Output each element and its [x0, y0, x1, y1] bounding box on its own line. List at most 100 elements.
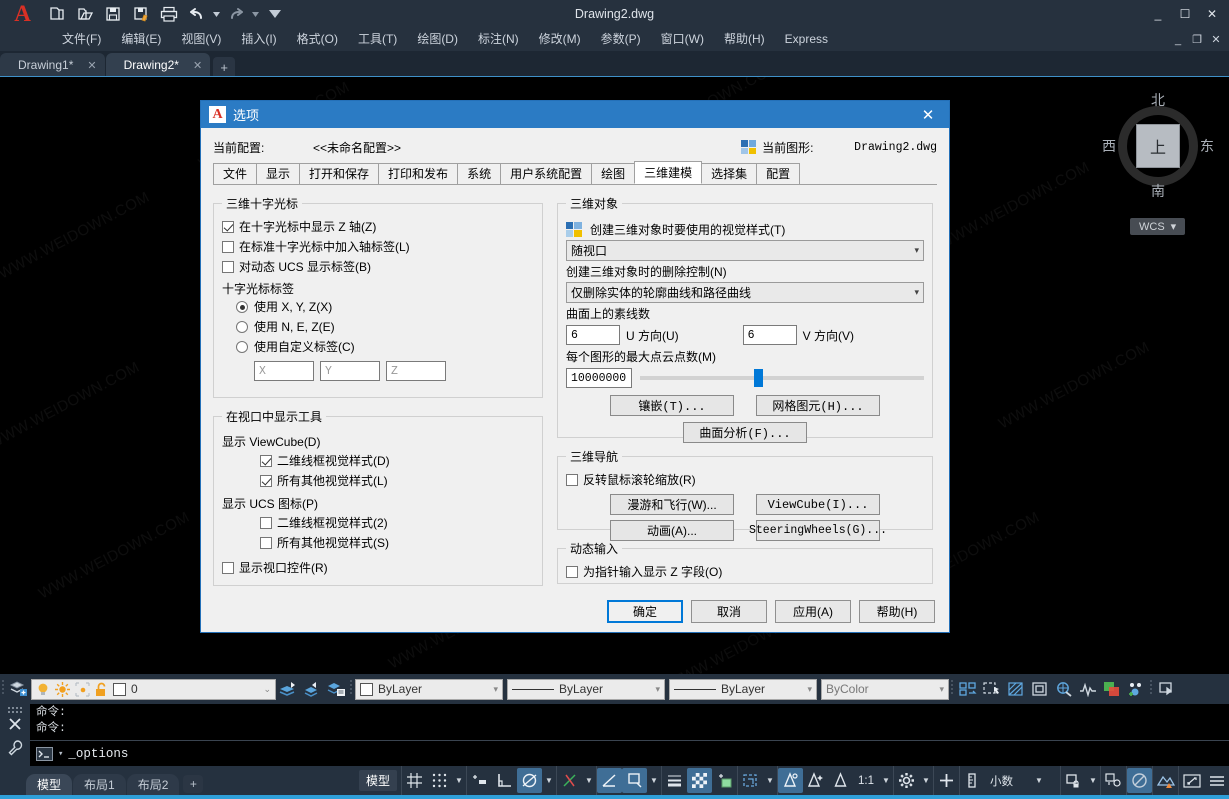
pointcloud-slider[interactable] [640, 368, 924, 388]
open-file-icon[interactable] [72, 2, 98, 26]
clean-screen-icon[interactable] [1127, 768, 1152, 793]
annotation-monitor-icon[interactable] [934, 768, 959, 793]
model-space-button[interactable]: 模型 [358, 770, 397, 791]
command-dropdown-arrow[interactable]: ▾ [58, 749, 63, 759]
toolbar-grip-handle[interactable] [0, 679, 7, 699]
selection-filter-icon[interactable] [738, 768, 763, 793]
animation-button[interactable]: 动画(A)... [610, 520, 734, 541]
grid-display-icon[interactable] [402, 768, 427, 793]
osnap-tracking-dropdown-arrow[interactable]: ▼ [647, 776, 661, 785]
isolate-dropdown-arrow[interactable]: ▼ [1086, 776, 1100, 785]
menu-edit[interactable]: 编辑(E) [111, 28, 171, 51]
viewcube[interactable]: 上 北 南 西 东 [1102, 90, 1214, 201]
apply-button[interactable]: 应用(A) [775, 599, 851, 623]
layer-selector-combo[interactable]: 0 ⌄ [31, 678, 276, 700]
tab-system[interactable]: 系统 [457, 163, 502, 184]
checkbox-box[interactable] [222, 241, 234, 253]
checkbox-box[interactable] [566, 474, 578, 486]
toolbar-grip-handle[interactable] [1148, 679, 1155, 699]
viewcube-east-label[interactable]: 东 [1200, 136, 1214, 156]
ok-button[interactable]: 确定 [607, 599, 683, 623]
close-icon[interactable] [8, 717, 22, 731]
doc-tab-close-icon[interactable]: ✕ [87, 59, 96, 72]
chevron-down-icon[interactable]: ▾ [493, 684, 498, 695]
menu-modify[interactable]: 修改(M) [529, 28, 591, 51]
menu-draw[interactable]: 绘图(D) [407, 28, 468, 51]
chevron-down-icon[interactable]: ▾ [807, 684, 812, 695]
steering-wheels-button[interactable]: SteeringWheels(G)... [749, 520, 887, 541]
linetype-combo[interactable]: ByLayer ▾ [507, 678, 665, 700]
find-icon[interactable] [1052, 677, 1076, 701]
tessellation-button[interactable]: 镶嵌(T)... [610, 395, 734, 416]
menu-insert[interactable]: 插入(I) [231, 28, 286, 51]
help-button[interactable]: 帮助(H) [859, 599, 935, 623]
selection-cycling-icon[interactable] [712, 768, 737, 793]
transparency-icon[interactable] [687, 768, 712, 793]
fullscreen-icon[interactable] [1179, 768, 1204, 793]
redo-dropdown-arrow[interactable] [251, 2, 260, 26]
walk-and-fly-button[interactable]: 漫游和飞行(W)... [610, 494, 734, 515]
radio-use-custom-labels[interactable]: 使用自定义标签(C) [222, 338, 534, 358]
tab-3d-modeling[interactable]: 三维建模 [634, 161, 703, 184]
layer-properties-icon[interactable] [7, 677, 31, 701]
checkbox-ucs-2d-wireframe[interactable]: 二维线框视觉样式(2) [222, 514, 534, 534]
custom-label-y-input[interactable]: Y [320, 361, 380, 381]
isolate-objects-icon[interactable] [1061, 768, 1086, 793]
measure-icon[interactable] [1076, 677, 1100, 701]
isolines-v-input[interactable]: 6 [742, 325, 797, 345]
radio-use-xyz[interactable]: 使用 X, Y, Z(X) [222, 298, 534, 318]
scale-dropdown-arrow[interactable]: ▼ [879, 776, 893, 785]
group-selection-icon[interactable] [1004, 677, 1028, 701]
tab-profiles[interactable]: 配置 [756, 163, 801, 184]
checkbox-axis-labels-standard[interactable]: 在标准十字光标中加入轴标签(L) [222, 238, 534, 258]
lightbulb-on-icon[interactable] [36, 682, 50, 697]
visual-style-combo[interactable]: 随视口 ▾ [566, 240, 924, 261]
autocad-logo-icon[interactable]: A [0, 0, 44, 28]
layer-states-icon[interactable] [324, 677, 348, 701]
menu-express[interactable]: Express [775, 28, 838, 51]
checkbox-ucs-all-other[interactable]: 所有其他视觉样式(S) [222, 534, 534, 554]
viewcube-top-face[interactable]: 上 [1136, 124, 1180, 168]
wcs-selector[interactable]: WCS ▾ [1130, 218, 1186, 235]
layout-tab-layout2[interactable]: 布局2 [126, 774, 180, 795]
custom-label-z-input[interactable]: Z [386, 361, 446, 381]
command-input-value[interactable]: _options [68, 747, 128, 761]
toolbar-grip-handle[interactable] [348, 679, 355, 699]
graphics-perf-icon[interactable] [1153, 768, 1178, 793]
checkbox-box[interactable] [222, 221, 234, 233]
minimize-button[interactable]: _ [1145, 2, 1171, 26]
close-button[interactable]: ✕ [1199, 2, 1225, 26]
maximize-button[interactable]: ☐ [1172, 2, 1198, 26]
menu-file[interactable]: 文件(F) [52, 28, 111, 51]
object-snap-tracking-icon[interactable] [622, 768, 647, 793]
radio-button[interactable] [236, 321, 248, 333]
osnap-dropdown-arrow[interactable]: ▼ [582, 776, 596, 785]
doc-close-button[interactable]: ✕ [1208, 33, 1224, 46]
checkbox-show-z-field-pointer-input[interactable]: 为指针输入显示 Z 字段(O) [566, 563, 924, 583]
snap-mode-icon[interactable] [427, 768, 452, 793]
doc-tab-close-icon[interactable]: ✕ [193, 59, 202, 72]
viewcube-north-label[interactable]: 北 [1151, 90, 1165, 110]
checkbox-dynamic-ucs-labels[interactable]: 对动态 UCS 显示标签(B) [222, 258, 534, 278]
checkbox-box[interactable] [260, 455, 272, 467]
add-selected-icon[interactable] [1124, 677, 1148, 701]
workspace-dropdown-arrow[interactable]: ▼ [919, 776, 933, 785]
isolines-u-input[interactable]: 6 [566, 325, 620, 345]
annotation-scale-value[interactable]: 1:1 [853, 775, 879, 787]
tab-drafting[interactable]: 绘图 [591, 163, 636, 184]
tab-selection[interactable]: 选择集 [701, 163, 758, 184]
radio-use-nez[interactable]: 使用 N, E, Z(E) [222, 318, 534, 338]
viewcube-west-label[interactable]: 西 [1102, 136, 1116, 156]
deletion-control-combo[interactable]: 仅删除实体的轮廓曲线和路径曲线 ▾ [566, 282, 924, 303]
viewcube-south-label[interactable]: 南 [1151, 181, 1165, 201]
toolbar-grip-handle[interactable] [949, 679, 956, 699]
checkbox-box[interactable] [222, 562, 234, 574]
doc-minimize-button[interactable]: _ [1170, 34, 1186, 46]
customization-menu-icon[interactable] [1204, 768, 1229, 793]
tab-plot-publish[interactable]: 打印和发布 [378, 163, 459, 184]
checkbox-viewcube-2d-wireframe[interactable]: 二维线框视觉样式(D) [222, 452, 534, 472]
annotation-visibility-icon[interactable] [778, 768, 803, 793]
checkbox-show-z-axis[interactable]: 在十字光标中显示 Z 轴(Z) [222, 218, 534, 238]
undo-icon[interactable] [184, 2, 210, 26]
radio-button[interactable] [236, 301, 248, 313]
